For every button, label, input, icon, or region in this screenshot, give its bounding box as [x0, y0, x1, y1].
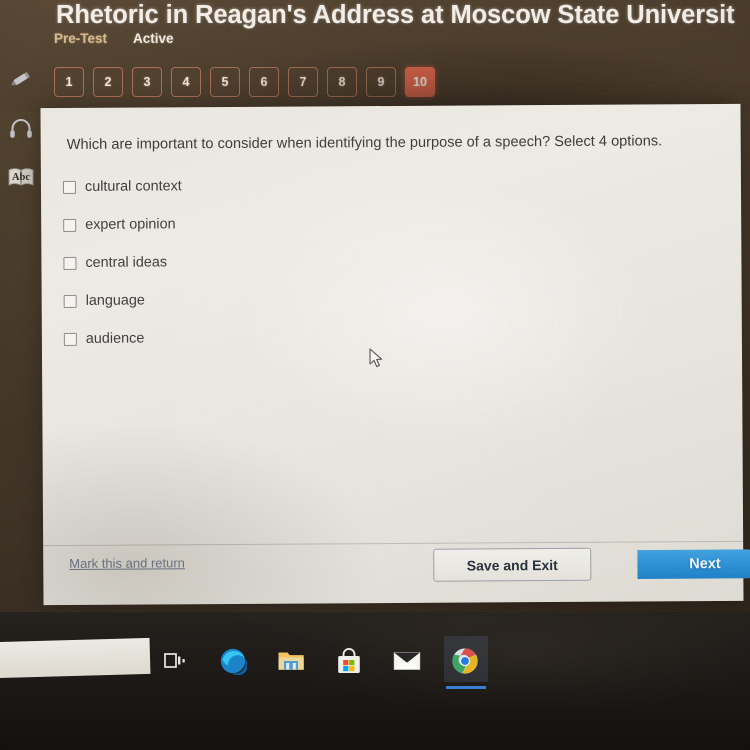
option-checkbox-central-ideas[interactable]: [63, 256, 77, 270]
taskbar-search-input[interactable]: [0, 637, 151, 679]
option-checkbox-audience[interactable]: [63, 332, 77, 346]
dictionary-icon[interactable]: Abc: [5, 161, 37, 193]
option-row[interactable]: language: [63, 279, 484, 320]
question-tile-4[interactable]: 4: [171, 67, 201, 97]
question-tile-5[interactable]: 5: [210, 67, 240, 97]
assessment-meta: Pre-Test Active: [54, 31, 174, 46]
save-and-exit-button[interactable]: Save and Exit: [433, 547, 592, 582]
option-label[interactable]: cultural context: [85, 178, 182, 195]
screenshot-root: Rhetoric in Reagan's Address at Moscow S…: [0, 0, 750, 750]
question-tile-10[interactable]: 10: [405, 67, 435, 97]
tool-sidebar[interactable]: Abc: [0, 55, 42, 355]
mark-this-and-return-link[interactable]: Mark this and return: [69, 555, 185, 571]
option-label[interactable]: expert opinion: [85, 216, 176, 233]
option-checkbox-expert-opinion[interactable]: [63, 218, 77, 232]
pretest-label: Pre-Test: [54, 31, 108, 46]
question-tile-8[interactable]: 8: [327, 67, 357, 97]
option-label[interactable]: audience: [86, 331, 145, 347]
chrome-icon[interactable]: [444, 636, 488, 689]
next-button-label: Next: [689, 555, 721, 573]
question-tile-7[interactable]: 7: [288, 67, 318, 97]
option-row[interactable]: audience: [63, 317, 484, 358]
question-tile-6[interactable]: 6: [249, 67, 279, 97]
page-title: Rhetoric in Reagan's Address at Moscow S…: [56, 1, 735, 29]
option-label[interactable]: central ideas: [85, 254, 167, 270]
dictionary-glyph: Abc: [12, 172, 30, 183]
edge-icon[interactable]: [218, 646, 248, 676]
question-panel: Which are important to consider when ide…: [40, 103, 744, 606]
mail-icon[interactable]: [392, 646, 422, 676]
question-tile-9[interactable]: 9: [366, 67, 396, 97]
next-button[interactable]: Next: [637, 545, 750, 584]
taskbar-icon-row[interactable]: [160, 636, 488, 689]
option-row[interactable]: expert opinion: [63, 203, 483, 244]
option-checkbox-cultural-context[interactable]: [62, 180, 77, 194]
windows-taskbar: [0, 612, 750, 750]
question-tile-1[interactable]: 1: [54, 67, 84, 97]
question-prompt: Which are important to consider when ide…: [66, 133, 663, 153]
headphones-icon[interactable]: [5, 113, 37, 145]
option-label[interactable]: language: [86, 293, 145, 309]
footer-divider: [43, 540, 744, 547]
answer-options-list[interactable]: cultural context expert opinion central …: [62, 165, 484, 358]
status-badge: Active: [133, 31, 174, 46]
question-tile-2[interactable]: 2: [93, 67, 123, 97]
page-header: Rhetoric in Reagan's Address at Moscow S…: [0, 0, 750, 112]
question-tile-3[interactable]: 3: [132, 67, 162, 97]
microsoft-store-icon[interactable]: [334, 646, 364, 676]
question-number-nav[interactable]: 1 2 3 4 5 6 7 8 9 10: [54, 67, 435, 97]
file-explorer-icon[interactable]: [276, 646, 306, 676]
task-view-icon[interactable]: [160, 646, 190, 676]
option-row[interactable]: central ideas: [63, 241, 483, 282]
pencil-icon[interactable]: [5, 63, 37, 95]
option-checkbox-language[interactable]: [63, 294, 77, 308]
option-row[interactable]: cultural context: [62, 165, 483, 206]
